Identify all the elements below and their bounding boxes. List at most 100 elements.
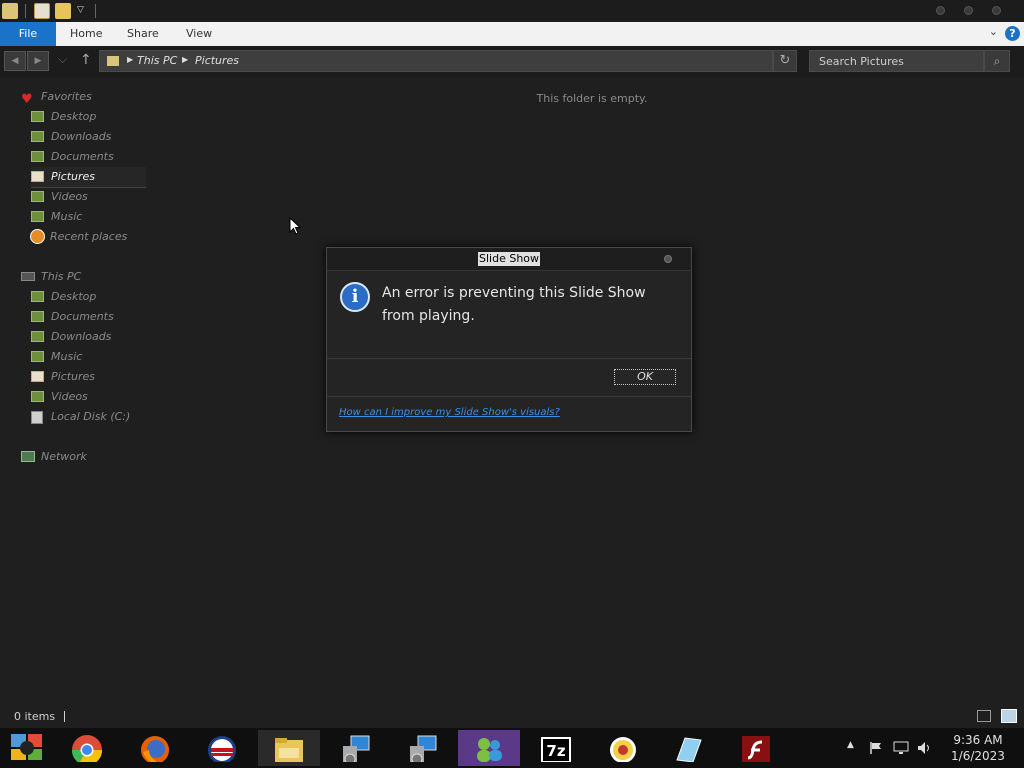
- tab-view[interactable]: View: [186, 22, 212, 46]
- pictures-folder-icon: [31, 371, 44, 382]
- sidebar-item-label: Downloads: [51, 130, 112, 143]
- taskbar-firefox[interactable]: [124, 730, 186, 766]
- new-folder-icon[interactable]: [55, 3, 71, 19]
- dialog-divider: [327, 358, 691, 359]
- sidebar-item-label: Music: [51, 350, 83, 363]
- slide-show-error-dialog: Slide Show i An error is preventing this…: [326, 247, 692, 432]
- action-center-flag-icon[interactable]: [869, 741, 883, 755]
- recent-locations-icon[interactable]: ⌵: [58, 52, 67, 67]
- info-icon: i: [340, 282, 370, 312]
- network-icon: [21, 451, 35, 462]
- folder-icon[interactable]: [2, 3, 18, 19]
- network-setup-icon: [343, 735, 370, 762]
- volume-icon[interactable]: [917, 741, 933, 755]
- sidebar-item-label: Videos: [51, 390, 88, 403]
- dialog-title: Slide Show: [478, 252, 541, 266]
- this-pc-label: This PC: [41, 270, 82, 283]
- tab-share[interactable]: Share: [127, 22, 159, 46]
- ribbon: File Home Share View ⌄ ?: [0, 22, 1024, 47]
- messenger-icon: [477, 738, 502, 762]
- show-hidden-icons-icon[interactable]: ▲: [847, 740, 854, 750]
- dialog-message: An error is preventing this Slide Show f…: [382, 285, 646, 324]
- taskbar-messenger[interactable]: [458, 730, 520, 766]
- maximize-button[interactable]: [964, 6, 973, 15]
- taskbar-notes[interactable]: [658, 730, 720, 766]
- system-clock[interactable]: 9:36 AM 1/6/2023: [946, 732, 1010, 764]
- opera-icon: [208, 736, 236, 762]
- taskbar-chrome[interactable]: [56, 730, 118, 766]
- sidebar-item-label: Pictures: [51, 170, 96, 183]
- tab-file[interactable]: File: [0, 22, 56, 46]
- dialog-title-bar[interactable]: Slide Show: [327, 248, 691, 271]
- sidebar-item-label: Desktop: [51, 110, 97, 123]
- properties-icon[interactable]: [34, 3, 50, 19]
- forward-button[interactable]: ▶: [27, 51, 49, 71]
- favorites-heart-icon: ♥: [21, 92, 33, 107]
- local-disk-icon: [31, 411, 43, 424]
- help-icon[interactable]: ?: [1005, 26, 1020, 41]
- network-status-icon[interactable]: [893, 741, 909, 755]
- flash-icon: [742, 736, 770, 762]
- dialog-divider: [327, 396, 691, 397]
- desktop-icon: [31, 111, 44, 122]
- clock-date: 1/6/2023: [951, 749, 1005, 763]
- taskbar-network-setup-2[interactable]: [391, 730, 453, 766]
- large-icons-view-icon[interactable]: [1001, 709, 1017, 723]
- breadcrumb-separator-icon: ▶: [127, 55, 134, 64]
- details-view-icon[interactable]: [977, 710, 991, 722]
- downloads-folder-icon: [31, 331, 44, 342]
- breadcrumb-separator-icon[interactable]: ▶: [182, 55, 188, 64]
- refresh-icon[interactable]: ↻: [773, 50, 797, 72]
- empty-folder-message: This folder is empty.: [536, 92, 648, 105]
- minimize-button[interactable]: [936, 6, 945, 15]
- taskbar-flash[interactable]: [725, 730, 787, 766]
- expand-ribbon-icon[interactable]: ⌄: [989, 25, 998, 38]
- pictures-folder-icon: [107, 56, 119, 66]
- close-button[interactable]: [992, 6, 1001, 15]
- sidebar-item-favorites-pictures[interactable]: Pictures: [31, 167, 146, 188]
- sidebar-item-label: Downloads: [51, 330, 112, 343]
- sidebar-item-label: Videos: [51, 190, 88, 203]
- item-count: 0 items: [14, 710, 56, 723]
- taskbar: 7z ▲ 9:36 AM 1/6/2023: [0, 728, 1024, 768]
- videos-folder-icon: [31, 391, 44, 402]
- navigation-bar: ◀ ▶ ⌵ ↑ ▶ This PC ▶ Pictures ↻ ⌕: [0, 46, 1024, 78]
- notes-icon: [676, 737, 702, 762]
- documents-folder-icon: [31, 151, 44, 162]
- taskbar-file-explorer[interactable]: [258, 730, 320, 766]
- mouse-cursor-icon: [289, 217, 302, 235]
- documents-folder-icon: [31, 311, 44, 322]
- firefox-icon: [141, 736, 169, 762]
- start-button[interactable]: [0, 730, 56, 766]
- address-bar[interactable]: ▶ This PC ▶ Pictures: [99, 50, 773, 72]
- desktop-icon: [31, 291, 44, 302]
- favorites-label: Favorites: [41, 90, 92, 103]
- ok-button[interactable]: OK: [614, 369, 676, 385]
- sidebar-item-label: Recent places: [50, 230, 128, 243]
- navigation-pane: ♥ Favorites Desktop Downloads Documents …: [0, 78, 150, 698]
- breadcrumb-pictures[interactable]: Pictures: [195, 54, 239, 67]
- sidebar-item-label: Documents: [51, 150, 114, 163]
- clock-time: 9:36 AM: [953, 733, 1003, 747]
- search-input[interactable]: [809, 50, 984, 72]
- svg-text:7z: 7z: [546, 742, 565, 760]
- breadcrumb-this-pc[interactable]: This PC: [137, 54, 177, 67]
- this-pc-icon: [21, 272, 35, 281]
- music-folder-icon: [31, 351, 44, 362]
- back-button[interactable]: ◀: [4, 51, 26, 71]
- taskbar-media-player[interactable]: [592, 730, 654, 766]
- sidebar-item-label: Local Disk (C:): [51, 410, 131, 423]
- taskbar-7zip[interactable]: 7z: [525, 730, 587, 766]
- taskbar-opera[interactable]: [191, 730, 253, 766]
- improve-visuals-link[interactable]: How can I improve my Slide Show's visual…: [339, 407, 560, 418]
- tab-home[interactable]: Home: [70, 22, 102, 46]
- dialog-close-button[interactable]: [664, 255, 672, 263]
- start-orb-icon: [11, 734, 42, 760]
- up-arrow-icon[interactable]: ↑: [80, 52, 92, 68]
- search-icon[interactable]: ⌕: [984, 50, 1010, 72]
- taskbar-network-setup[interactable]: [324, 730, 386, 766]
- sidebar-item-label: Pictures: [51, 370, 96, 383]
- network-setup-2-icon: [410, 735, 437, 762]
- customize-caret-icon[interactable]: ▽: [77, 5, 84, 15]
- file-explorer-icon: [275, 738, 303, 762]
